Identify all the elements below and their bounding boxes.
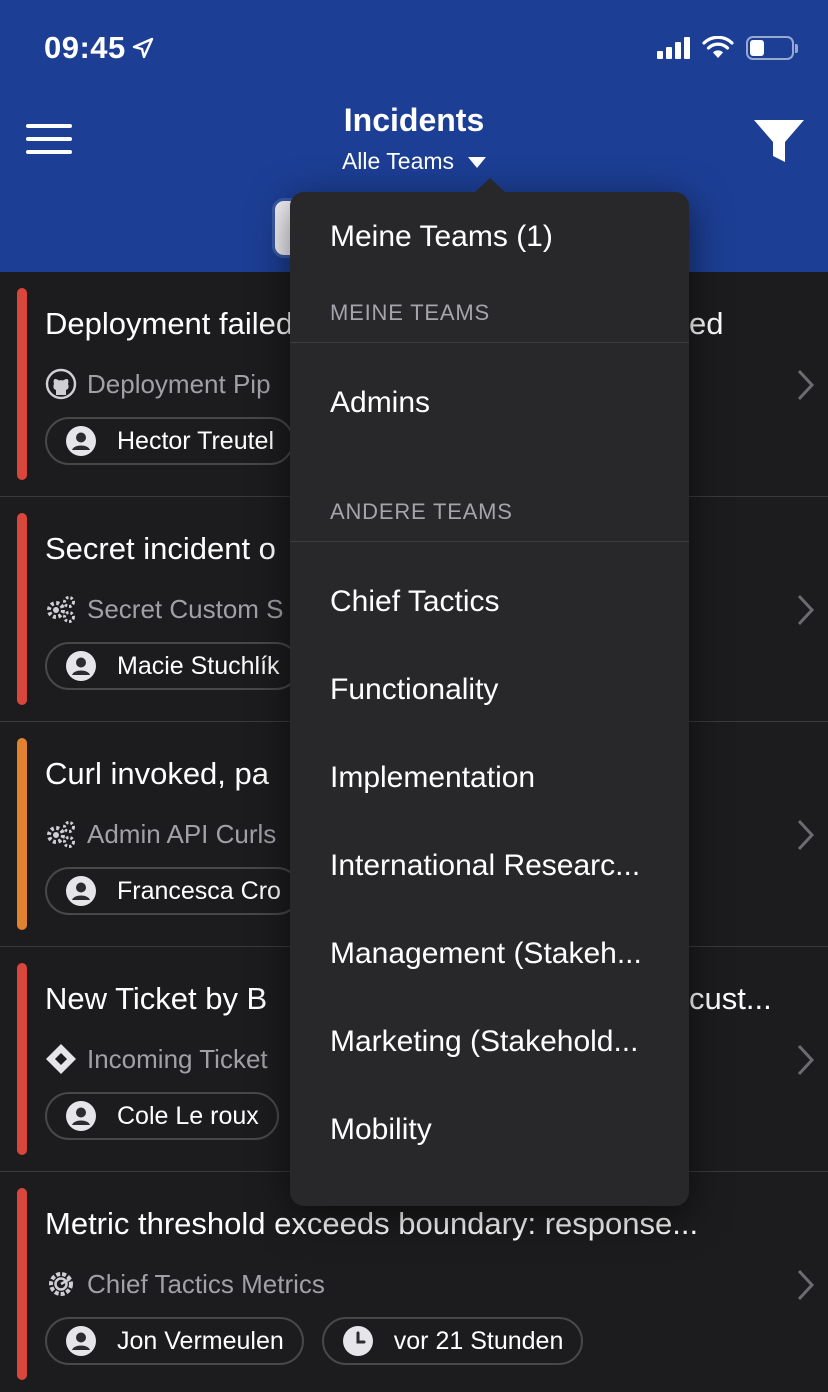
cellular-signal-icon [657,37,690,59]
severity-indicator [17,738,27,930]
incident-title-text: Deployment failed [45,306,294,341]
chevron-right-icon [797,1269,815,1301]
assignee-chip[interactable]: Hector Treutel [45,417,295,465]
severity-indicator [17,513,27,705]
incident-title-tail: ed [689,306,724,341]
divider [290,342,689,343]
assignee-name: Hector Treutel [117,426,275,455]
clock-icon [342,1326,373,1356]
incident-title-tail: cust... [689,981,772,1016]
github-icon [45,368,77,400]
incident-source-text: Chief Tactics Metrics [87,1268,325,1299]
dropdown-item-team[interactable]: Implementation [330,761,670,795]
dropdown-item-team[interactable]: Management (Stakeh... [330,937,670,971]
dropdown-item-team[interactable]: Marketing (Stakehold... [330,1025,670,1059]
incident-chips: Hector Treutel [45,417,295,465]
location-arrow-icon [132,37,153,59]
team-selector-label: Alle Teams [341,148,455,174]
section-header-my-teams: MEINE TEAMS [330,300,490,325]
incident-source-text: Incoming Ticket [87,1043,268,1074]
incident-chips: Jon Vermeulen vor 21 Stunden [45,1317,584,1365]
wifi-icon [702,36,734,58]
user-icon [66,651,96,681]
chevron-right-icon [797,819,815,851]
grafana-icon [49,1272,73,1296]
dropdown-item-team[interactable]: International Researc... [330,849,670,883]
user-icon [66,1326,96,1356]
divider [290,541,689,542]
dropdown-item-my-teams[interactable]: Meine Teams (1) [330,220,670,254]
incident-chips: Macie Stuchlík [45,642,300,690]
time-chip[interactable]: vor 21 Stunden [321,1317,584,1365]
team-selector[interactable]: Alle Teams [0,148,828,175]
dropdown-item-team[interactable]: Admins [330,386,670,420]
user-icon [66,876,96,906]
chevron-right-icon [797,594,815,626]
severity-indicator [17,288,27,480]
team-dropdown: Meine Teams (1) MEINE TEAMS Admins ANDER… [290,178,689,1206]
status-time-text: 09:45 [44,30,126,65]
dropdown-item-team[interactable]: Mobility [330,1113,670,1147]
assignee-chip[interactable]: Cole Le roux [45,1092,279,1140]
page-title: Incidents [343,102,485,138]
incident-chips: Francesca Cro [45,867,301,915]
incident-time: vor 21 Stunden [393,1326,564,1355]
section-header-other-teams: ANDERE TEAMS [330,499,513,524]
jira-diamond-icon [46,1044,76,1074]
user-icon [66,1101,96,1131]
assignee-chip[interactable]: Jon Vermeulen [45,1317,304,1365]
gears-icon [47,821,75,848]
caret-down-icon [468,157,487,169]
incident-title: Metric threshold exceeds boundary: respo… [45,1206,699,1241]
battery-icon [746,36,798,60]
gears-icon [47,596,75,623]
assignee-name: Francesca Cro [117,876,281,905]
incident-source-text: Deployment Pip [87,368,271,399]
chevron-right-icon [797,369,815,401]
assignee-name: Jon Vermeulen [117,1326,284,1355]
assignee-name: Macie Stuchlík [117,651,280,680]
incident-source-text: Admin API Curls [87,818,277,849]
status-time: 09:45 [44,30,154,66]
severity-indicator [17,1188,27,1380]
dropdown-pointer [474,178,506,193]
assignee-name: Cole Le roux [117,1101,259,1130]
assignee-chip[interactable]: Macie Stuchlík [45,642,300,690]
status-indicators [657,36,798,60]
assignee-chip[interactable]: Francesca Cro [45,867,301,915]
dropdown-item-team[interactable]: Functionality [330,673,670,707]
filter-icon[interactable] [752,118,806,164]
severity-indicator [17,963,27,1155]
incident-source-text: Secret Custom S [87,593,284,624]
incident-chips: Cole Le roux [45,1092,279,1140]
user-icon [66,426,96,456]
incident-source: Chief Tactics Metrics [45,1268,745,1300]
dropdown-item-team[interactable]: Chief Tactics [330,585,670,619]
chevron-right-icon [797,1044,815,1076]
